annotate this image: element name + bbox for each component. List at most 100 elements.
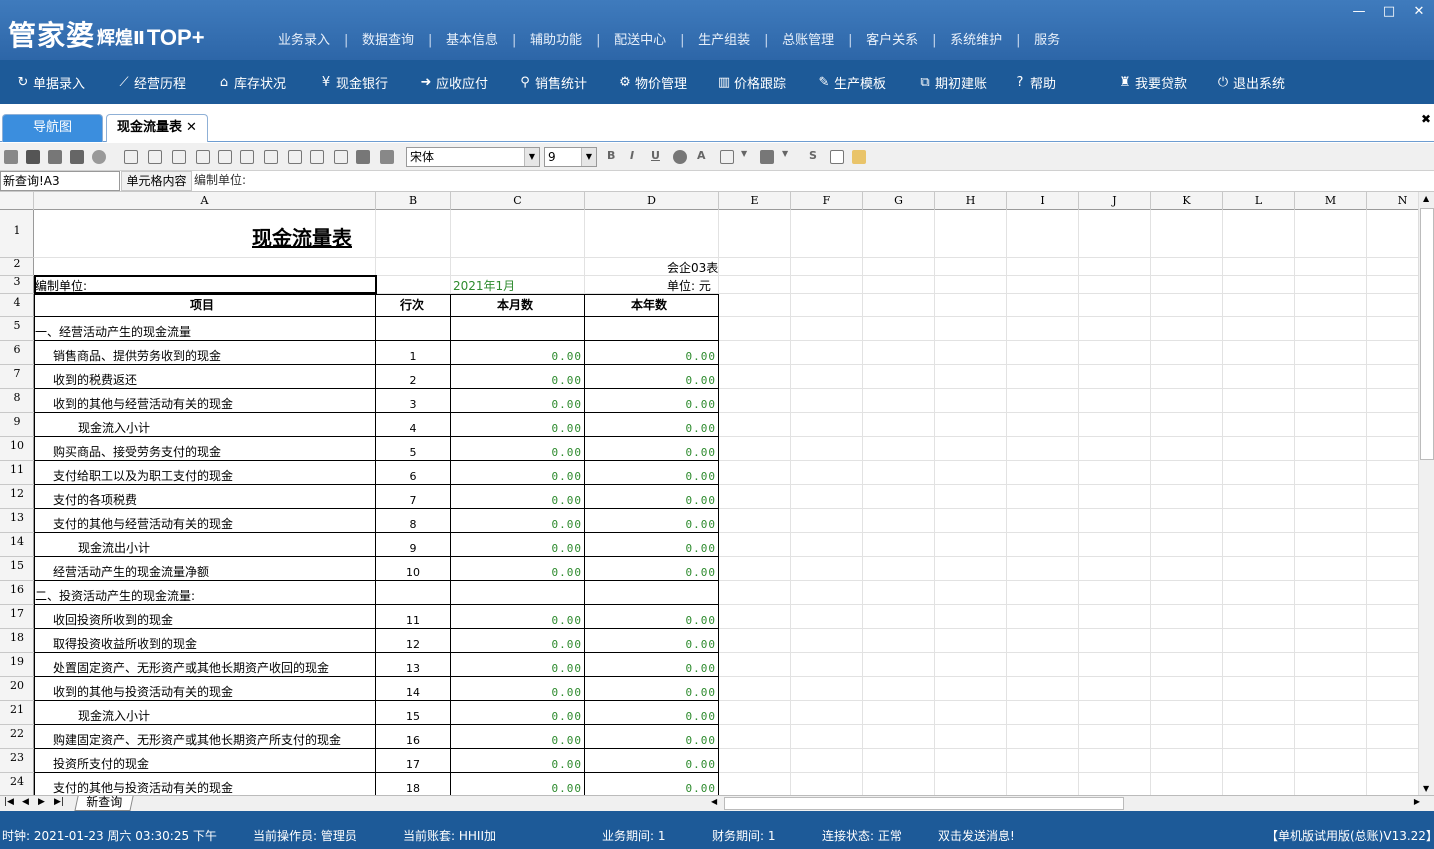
line-item-label[interactable]: 销售商品、提供劳务收到的现金 — [53, 349, 221, 363]
month-amount[interactable]: 0.00 — [451, 494, 582, 507]
line-number[interactable]: 13 — [376, 662, 450, 675]
bold-icon[interactable]: B — [607, 149, 615, 162]
top-menu-item-4[interactable]: 配送中心 — [596, 32, 682, 50]
next-sheet-icon[interactable]: ▶ — [38, 797, 45, 807]
year-amount[interactable]: 0.00 — [585, 422, 716, 435]
month-amount[interactable]: 0.00 — [451, 446, 582, 459]
line-item-label[interactable]: 处置固定资产、无形资产或其他长期资产收回的现金 — [53, 661, 329, 675]
tab-navigation[interactable]: 导航图 — [2, 114, 103, 142]
scroll-right-icon[interactable]: ▶ — [1414, 797, 1420, 806]
line-number[interactable]: 5 — [376, 446, 450, 459]
year-amount[interactable]: 0.00 — [585, 758, 716, 771]
select-all-corner[interactable] — [0, 192, 34, 210]
year-amount[interactable]: 0.00 — [585, 494, 716, 507]
column-header-J[interactable]: J — [1079, 192, 1151, 210]
year-amount[interactable]: 0.00 — [585, 710, 716, 723]
line-item-label[interactable]: 收到的其他与投资活动有关的现金 — [53, 685, 233, 699]
preview-icon[interactable] — [92, 150, 106, 164]
year-amount[interactable]: 0.00 — [585, 374, 716, 387]
line-item-label[interactable]: 取得投资收益所收到的现金 — [53, 637, 197, 651]
line-number[interactable]: 15 — [376, 710, 450, 723]
delete-column-icon[interactable] — [310, 150, 324, 164]
insert-column-icon[interactable] — [288, 150, 302, 164]
line-number[interactable]: 6 — [376, 470, 450, 483]
line-number[interactable]: 3 — [376, 398, 450, 411]
font-color-icon[interactable]: A — [697, 149, 706, 162]
tab-cash-flow[interactable]: 现金流量表 ✕ — [106, 114, 208, 142]
top-menu-item-2[interactable]: 基本信息 — [428, 32, 514, 50]
column-header-N[interactable]: N — [1367, 192, 1418, 210]
top-menu-item-9[interactable]: 服务 — [1016, 32, 1076, 50]
year-amount[interactable]: 0.00 — [585, 566, 716, 579]
top-menu-item-5[interactable]: 生产组装 — [680, 32, 766, 50]
row-header-5[interactable]: 5 — [0, 317, 34, 341]
year-amount[interactable]: 0.00 — [585, 614, 716, 627]
close-all-tabs-icon[interactable]: ✖ — [1421, 112, 1431, 126]
print-icon[interactable] — [70, 150, 84, 164]
month-amount[interactable]: 0.00 — [451, 422, 582, 435]
row-header-22[interactable]: 22 — [0, 725, 34, 749]
delete-row-icon[interactable] — [334, 150, 348, 164]
line-number[interactable]: 7 — [376, 494, 450, 507]
row-header-2[interactable]: 2 — [0, 258, 34, 276]
first-sheet-icon[interactable]: |◀ — [4, 797, 14, 807]
month-amount[interactable]: 0.00 — [451, 758, 582, 771]
strikethrough-icon[interactable]: S — [809, 149, 817, 162]
toolbar-button-2[interactable]: ⌂ 库存状况 — [217, 60, 286, 104]
year-amount[interactable]: 0.00 — [585, 470, 716, 483]
scroll-left-icon[interactable]: ◀ — [711, 797, 717, 806]
row-header-13[interactable]: 13 — [0, 509, 34, 533]
month-amount[interactable]: 0.00 — [451, 614, 582, 627]
line-item-label[interactable]: 投资所支付的现金 — [53, 757, 149, 771]
text-wrap-icon[interactable] — [196, 150, 210, 164]
format-painter-icon[interactable] — [380, 150, 394, 164]
font-select[interactable]: 宋体 ▼ — [406, 147, 540, 167]
column-header-L[interactable]: L — [1223, 192, 1295, 210]
line-number[interactable]: 10 — [376, 566, 450, 579]
line-number[interactable]: 8 — [376, 518, 450, 531]
status-message[interactable]: 双击发送消息! — [938, 827, 1015, 844]
vertical-scroll-thumb[interactable] — [1420, 208, 1434, 460]
align-center-icon[interactable] — [218, 150, 232, 164]
toolbar-button-7[interactable]: ▥ 价格跟踪 — [717, 60, 786, 104]
line-number[interactable]: 4 — [376, 422, 450, 435]
toolbar-button-6[interactable]: ⚙ 物价管理 — [618, 60, 687, 104]
chevron-down-icon[interactable]: ▼ — [782, 149, 788, 158]
column-header-G[interactable]: G — [863, 192, 935, 210]
line-number[interactable]: 17 — [376, 758, 450, 771]
cell-area[interactable]: 现金流量表 会企03表 编制单位: 2021年1月 单位: 元 项目 行次 本月… — [34, 210, 1418, 795]
line-item-label[interactable]: 经营活动产生的现金流量净额 — [53, 565, 209, 579]
toolbar-button-5[interactable]: ⚲ 销售统计 — [518, 60, 587, 104]
line-item-label[interactable]: 二、投资活动产生的现金流量: — [35, 589, 195, 603]
month-amount[interactable]: 0.00 — [451, 542, 582, 555]
spreadsheet-grid[interactable]: ABCDEFGHIJKLMN 1 2 3 4 5 6 7 8 9 10 11 12 13 14 15 16 17… — [0, 192, 1418, 795]
horizontal-scrollbar[interactable]: ◀ ▶ — [708, 796, 1434, 811]
top-menu-item-8[interactable]: 系统维护 — [932, 32, 1018, 50]
row-header-9[interactable]: 9 — [0, 413, 34, 437]
save-icon[interactable] — [26, 150, 40, 164]
row-header-6[interactable]: 6 — [0, 341, 34, 365]
year-amount[interactable]: 0.00 — [585, 686, 716, 699]
line-item-label[interactable]: 收到的其他与经营活动有关的现金 — [53, 397, 233, 411]
column-header-I[interactable]: I — [1007, 192, 1079, 210]
border-icon[interactable] — [720, 150, 734, 164]
toolbar-button-8[interactable]: ✎ 生产模板 — [817, 60, 886, 104]
line-number[interactable]: 9 — [376, 542, 450, 555]
top-menu-item-7[interactable]: 客户关系 — [848, 32, 934, 50]
align-left-icon[interactable] — [124, 150, 138, 164]
row-header-3[interactable]: 3 — [0, 276, 34, 294]
line-item-label[interactable]: 支付的其他与投资活动有关的现金 — [53, 781, 233, 795]
column-header-M[interactable]: M — [1295, 192, 1367, 210]
line-item-label[interactable]: 收到的税费返还 — [53, 373, 137, 387]
top-menu-item-0[interactable]: 业务录入 — [262, 32, 346, 50]
new-icon[interactable] — [4, 150, 18, 164]
toolbar-button-3[interactable]: ¥ 现金银行 — [319, 60, 388, 104]
month-amount[interactable]: 0.00 — [451, 662, 582, 675]
year-amount[interactable]: 0.00 — [585, 446, 716, 459]
row-header-11[interactable]: 11 — [0, 461, 34, 485]
line-number[interactable]: 16 — [376, 734, 450, 747]
line-item-label[interactable]: 支付给职工以及为职工支付的现金 — [53, 469, 233, 483]
row-header-18[interactable]: 18 — [0, 629, 34, 653]
line-number[interactable]: 2 — [376, 374, 450, 387]
line-number[interactable]: 18 — [376, 782, 450, 795]
